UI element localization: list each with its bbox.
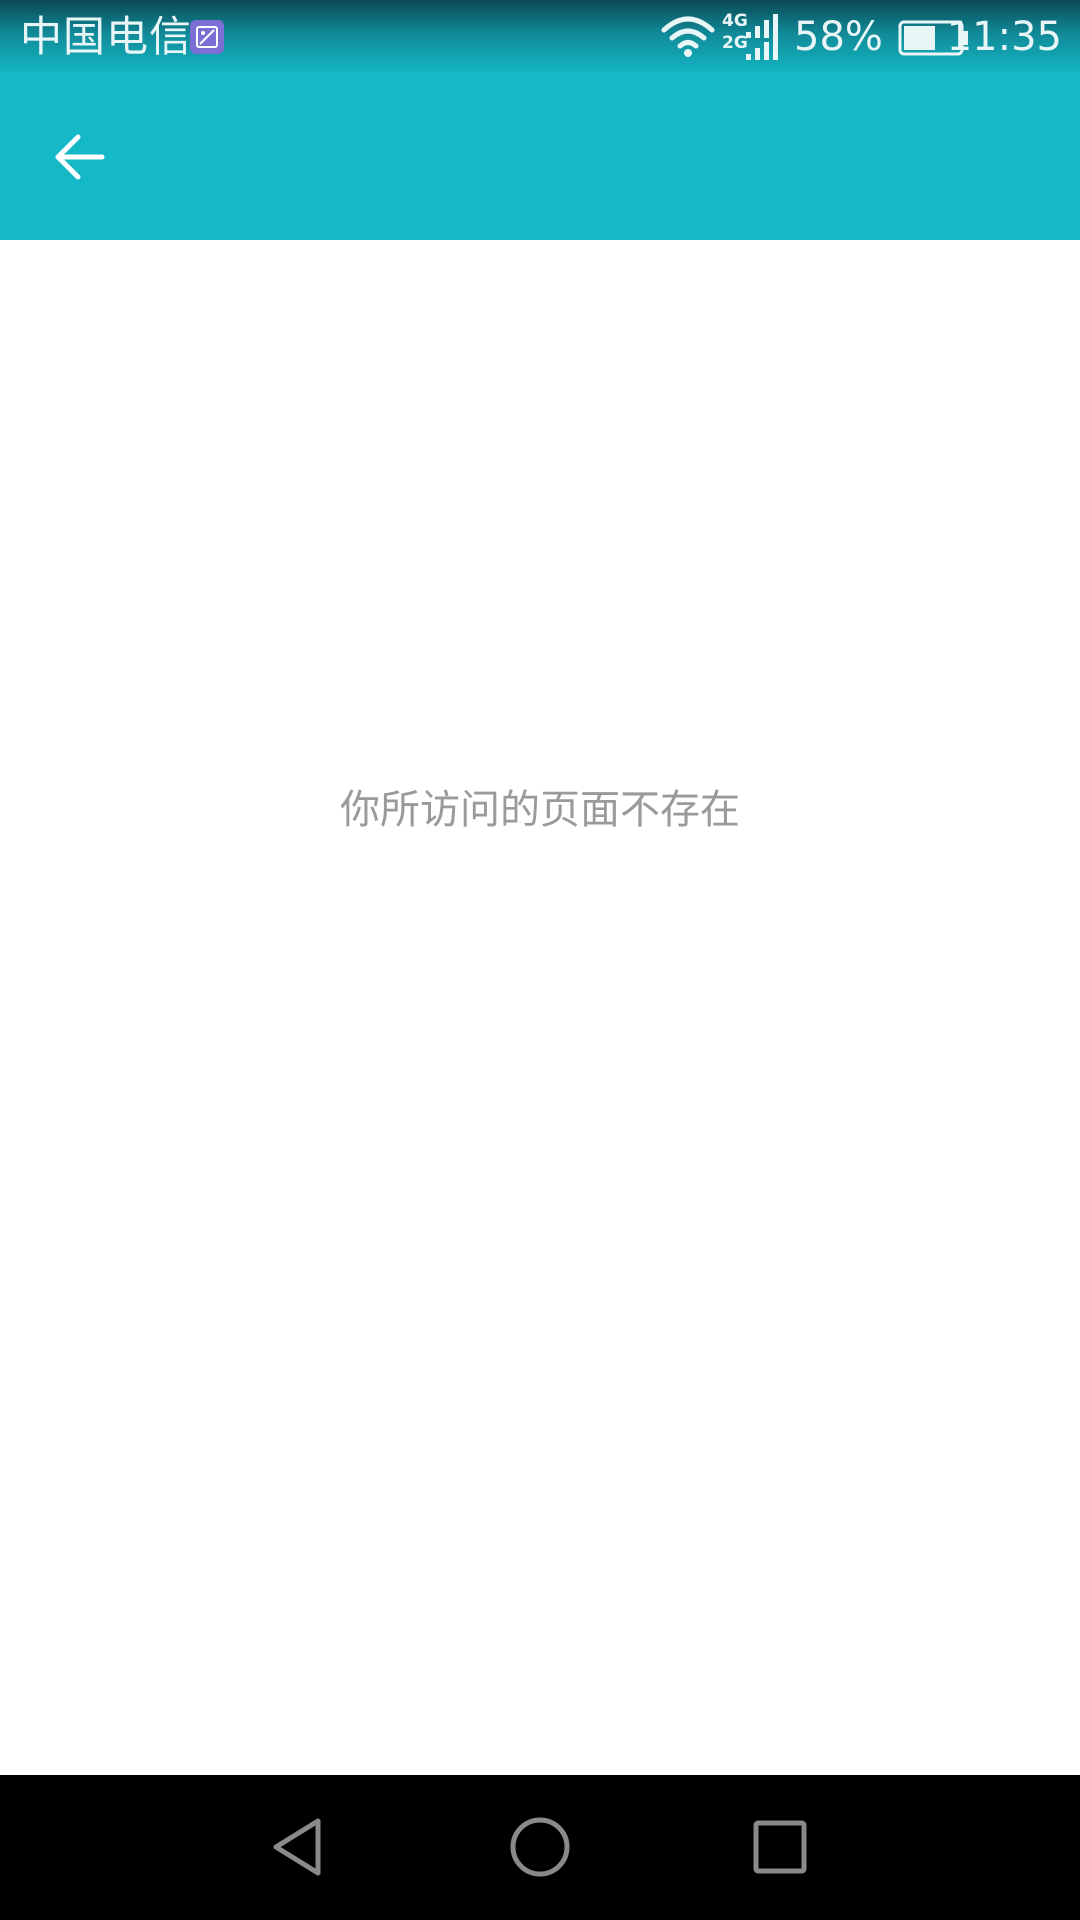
circle-home-icon: [510, 1817, 570, 1877]
network-type-bottom: 2G: [722, 33, 748, 53]
clock: 11:35: [946, 14, 1062, 60]
nav-home-button[interactable]: [498, 1805, 582, 1889]
square-recents-icon: [753, 1820, 807, 1874]
triangle-back-icon: [273, 1818, 321, 1876]
status-bar: 中国电信 4G 2G 58% 11:35: [0, 0, 1080, 75]
system-nav-bar: [0, 1775, 1080, 1920]
back-button[interactable]: [40, 115, 124, 199]
nav-back-button[interactable]: [258, 1805, 342, 1889]
page-not-found-message: 你所访问的页面不存在: [340, 787, 740, 833]
wifi-icon: [660, 14, 716, 62]
nav-recents-button[interactable]: [738, 1805, 822, 1889]
gallery-icon: [190, 20, 224, 54]
signal-icon: [746, 14, 786, 64]
arrow-left-icon: [55, 134, 105, 180]
main-content: 你所访问的页面不存在: [0, 240, 1080, 1775]
screen: 中国电信 4G 2G 58% 11:35 你所访问的页面不存在: [0, 0, 1080, 1920]
carrier-label: 中国电信: [20, 12, 193, 61]
toolbar: [0, 75, 1080, 240]
network-type: 4G 2G: [722, 10, 748, 54]
status-icons: 4G 2G 58% 11:35: [660, 0, 1080, 75]
network-type-top: 4G: [722, 11, 748, 31]
battery-percent: 58%: [794, 14, 883, 60]
